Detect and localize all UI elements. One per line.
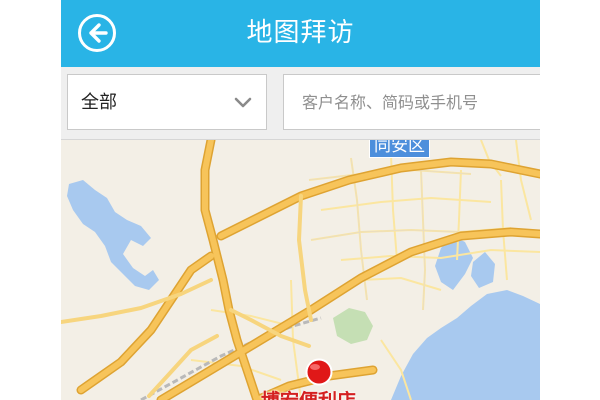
district-label: 同安区 — [369, 140, 430, 158]
customer-marker[interactable] — [305, 358, 333, 386]
category-select[interactable]: 全部 — [67, 74, 267, 130]
category-select-value: 全部 — [81, 92, 117, 113]
header-bar: 地图拜访 — [61, 0, 540, 67]
map-canvas — [61, 140, 540, 400]
search-input[interactable] — [284, 75, 540, 129]
chevron-down-icon — [234, 97, 252, 108]
page-title: 地图拜访 — [246, 18, 355, 48]
app-screen: 地图拜访 全部 客户名称、简码或手机号 同安区 — [61, 0, 540, 400]
filter-bar: 全部 — [61, 67, 540, 140]
customer-marker-label: 博宏便利店 — [261, 386, 356, 400]
back-button[interactable] — [77, 13, 117, 53]
map-pin-icon — [305, 358, 333, 386]
map-view[interactable]: 同安区 博宏便利店 — [61, 140, 540, 400]
arrow-left-circle-icon — [78, 14, 116, 52]
search-box — [283, 74, 540, 130]
